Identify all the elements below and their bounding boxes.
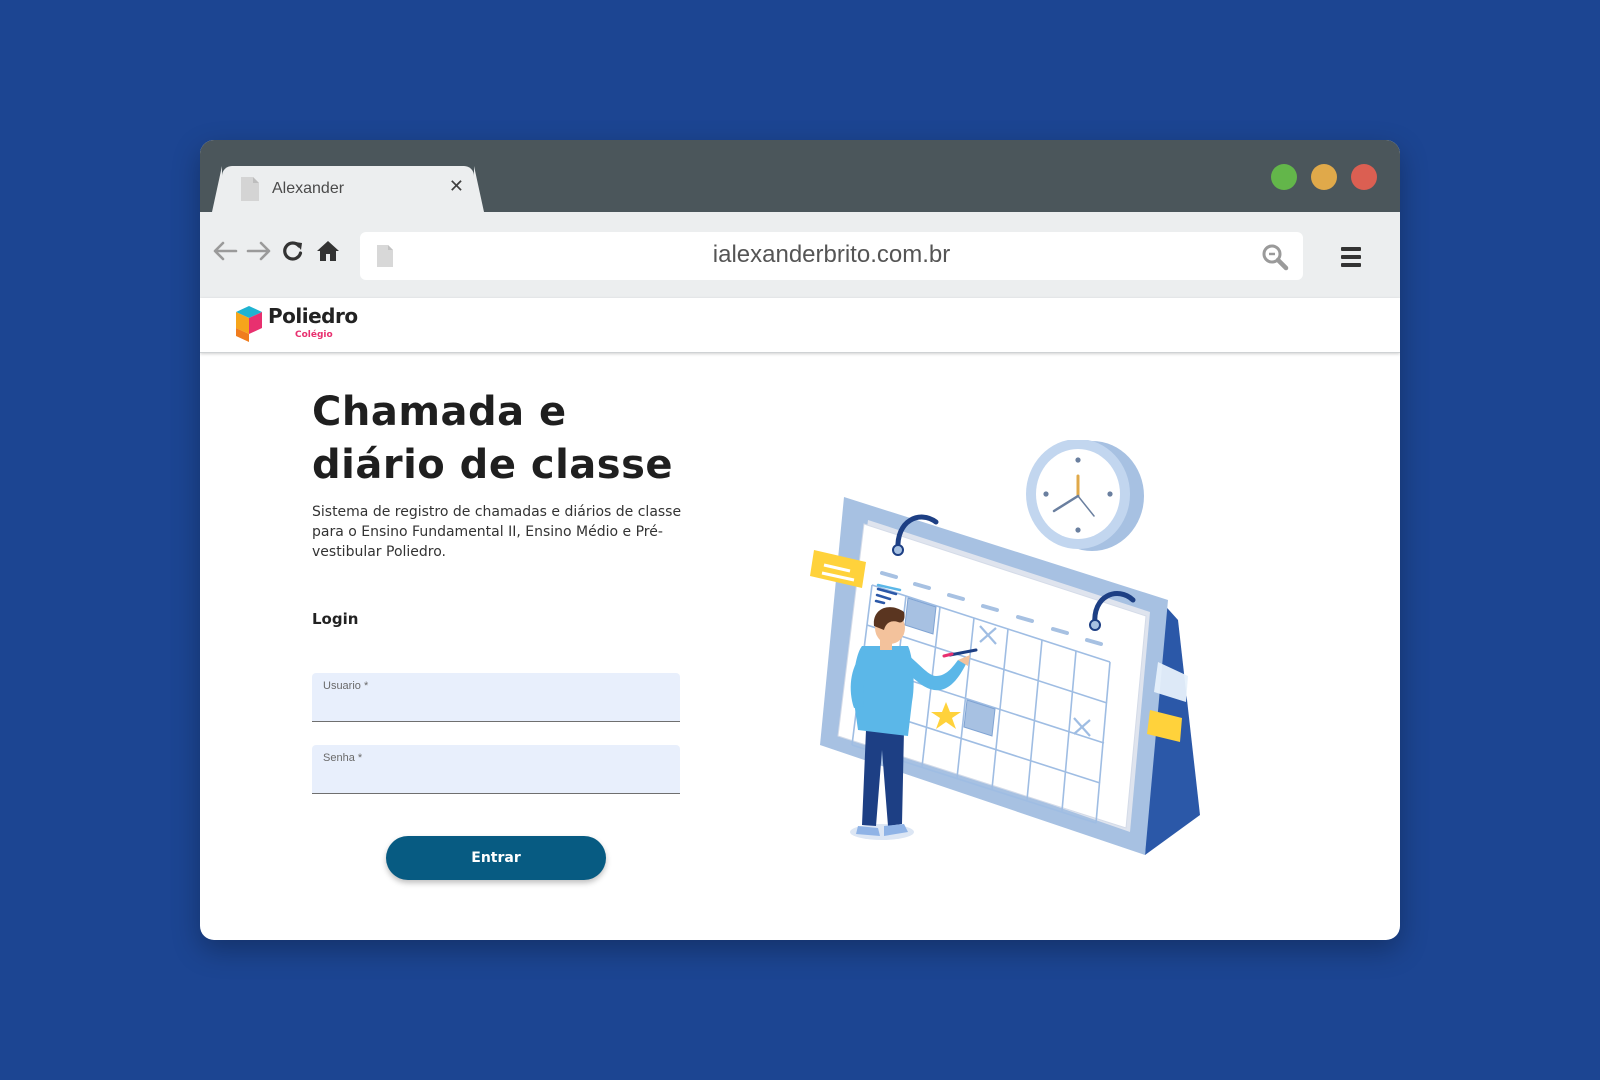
document-icon — [241, 177, 259, 201]
browser-toolbar: ialexanderbrito.com.br — [200, 212, 1400, 298]
page-description: Sistema de registro de chamadas e diário… — [312, 504, 682, 560]
browser-window: Alexander ✕ ialexanderbrito.com.br Polie… — [200, 140, 1400, 940]
close-icon[interactable]: ✕ — [449, 176, 464, 197]
address-bar[interactable]: ialexanderbrito.com.br — [360, 232, 1303, 280]
browser-titlebar: Alexander ✕ — [200, 140, 1400, 212]
login-submit-button[interactable]: Entrar — [386, 836, 606, 880]
forward-arrow-icon[interactable] — [246, 240, 272, 262]
window-close-button[interactable] — [1351, 164, 1377, 190]
poliedro-logo-icon — [236, 306, 262, 342]
browser-tab[interactable]: Alexander ✕ — [212, 166, 484, 212]
password-label: Senha * — [323, 752, 363, 764]
username-label: Usuario * — [323, 680, 369, 692]
username-field[interactable]: Usuario * — [312, 673, 680, 722]
page-title-line-2: diário de classe — [312, 442, 674, 488]
url-text[interactable]: ialexanderbrito.com.br — [360, 241, 1303, 269]
password-field[interactable]: Senha * — [312, 745, 680, 794]
login-heading: Login — [312, 610, 359, 628]
page-title: Chamada e diário de classe — [312, 386, 673, 492]
page-title-line-1: Chamada e — [312, 389, 567, 435]
logo-name: Poliedro — [268, 304, 358, 328]
logo-subtitle: Colégio — [295, 330, 333, 340]
window-minimize-button[interactable] — [1311, 164, 1337, 190]
username-input[interactable] — [322, 695, 666, 717]
hamburger-menu-icon[interactable] — [1341, 247, 1361, 271]
search-icon[interactable] — [1261, 243, 1289, 271]
home-icon[interactable] — [316, 240, 340, 262]
site-header: Poliedro Colégio — [200, 298, 1400, 353]
window-maximize-button[interactable] — [1271, 164, 1297, 190]
password-input[interactable] — [322, 767, 666, 789]
reload-icon[interactable] — [282, 240, 304, 262]
back-arrow-icon[interactable] — [212, 240, 238, 262]
tab-title: Alexander — [272, 180, 345, 197]
calendar-illustration — [810, 440, 1200, 855]
